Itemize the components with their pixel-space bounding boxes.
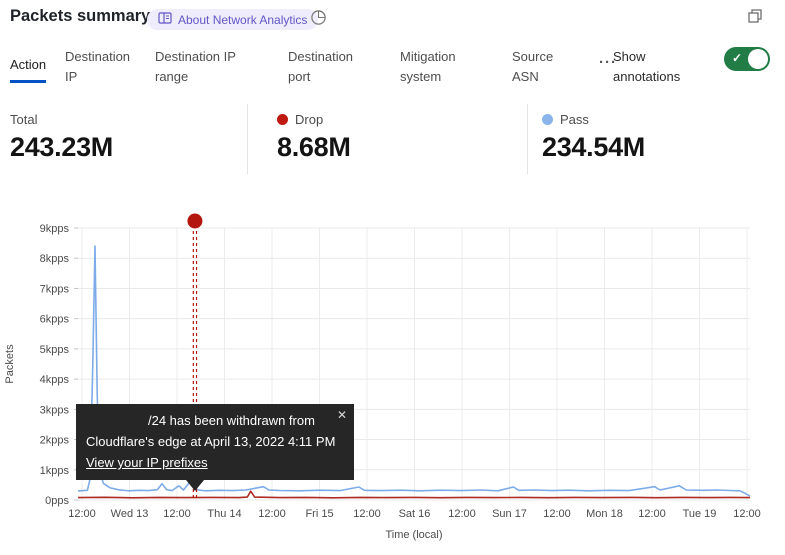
- x-tick-label: Sat 16: [399, 508, 431, 520]
- x-tick-label: 12:00: [448, 508, 476, 520]
- annotation-marker[interactable]: [187, 214, 202, 229]
- y-tick-label: 0pps: [45, 495, 69, 507]
- stat-drop: Drop 8.68M: [277, 112, 351, 163]
- y-tick-label: 4kpps: [40, 374, 70, 386]
- stat-total-value: 243.23M: [10, 132, 113, 163]
- tab-destination-ip-range[interactable]: Destination IP range: [155, 47, 247, 87]
- pass-dot: [542, 114, 553, 125]
- x-tick-label: 12:00: [543, 508, 571, 520]
- x-tick-label: Mon 18: [586, 508, 623, 520]
- y-tick-label: 6kpps: [40, 314, 70, 326]
- window-restore-icon[interactable]: [747, 8, 763, 24]
- breakdown-tabs: Action Destination IP Destination IP ran…: [0, 45, 785, 95]
- badge-label: About Network Analytics: [178, 13, 307, 27]
- y-axis-title: Packets: [4, 344, 16, 384]
- x-tick-label: 12:00: [353, 508, 381, 520]
- annotation-tooltip: ✕ /24 has been withdrawn from Cloudflare…: [76, 404, 354, 480]
- x-tick-label: 12:00: [258, 508, 286, 520]
- y-tick-label: 8kpps: [40, 253, 70, 265]
- about-network-analytics-badge[interactable]: About Network Analytics: [147, 9, 318, 30]
- tooltip-pointer: [186, 480, 204, 491]
- y-tick-label: 2kpps: [40, 435, 70, 447]
- x-tick-label: Thu 14: [207, 508, 241, 520]
- y-tick-label: 1kpps: [40, 465, 70, 477]
- tab-source-asn[interactable]: Source ASN: [512, 47, 562, 87]
- packets-summary-card: Packets summary About Network Analytics …: [0, 0, 785, 555]
- y-tick-label: 7kpps: [40, 283, 70, 295]
- show-annotations-toggle[interactable]: ✓: [724, 47, 770, 71]
- stat-total-label: Total: [10, 112, 37, 127]
- tab-mitigation-system[interactable]: Mitigation system: [400, 47, 470, 87]
- x-tick-label: Fri 15: [305, 508, 333, 520]
- show-annotations-label: Show annotations: [613, 47, 697, 87]
- tab-action[interactable]: Action: [10, 55, 46, 83]
- x-tick-label: Sun 17: [492, 508, 527, 520]
- x-tick-label: 12:00: [733, 508, 761, 520]
- page-title: Packets summary: [10, 7, 150, 26]
- stat-pass-label: Pass: [560, 112, 589, 127]
- tooltip-line1: /24 has been withdrawn from: [86, 410, 328, 431]
- x-tick-label: 12:00: [163, 508, 191, 520]
- close-icon[interactable]: ✕: [337, 408, 347, 422]
- drop-dot: [277, 114, 288, 125]
- stats-divider: [527, 104, 528, 174]
- x-tick-label: 12:00: [638, 508, 666, 520]
- x-tick-label: Tue 19: [683, 508, 717, 520]
- check-icon: ✓: [732, 51, 742, 65]
- stat-drop-value: 8.68M: [277, 132, 351, 163]
- stat-pass-value: 234.54M: [542, 132, 645, 163]
- x-tick-label: 12:00: [68, 508, 96, 520]
- tab-destination-port[interactable]: Destination port: [288, 47, 362, 87]
- book-icon: [158, 12, 172, 27]
- stat-pass: Pass 234.54M: [542, 112, 645, 163]
- tooltip-line2: Cloudflare's edge at April 13, 2022 4:11…: [86, 431, 328, 452]
- x-tick-label: Wed 13: [111, 508, 149, 520]
- packets-time-series-chart[interactable]: 12:00 Wed 13 12:00 Thu 14 12:00 Fri 15 12:00 Sa…: [0, 205, 785, 550]
- tab-destination-ip[interactable]: Destination IP: [65, 47, 139, 87]
- y-tick-label: 5kpps: [40, 344, 70, 356]
- stat-total: Total 243.23M: [10, 112, 113, 163]
- pie-clock-icon[interactable]: [310, 9, 327, 26]
- view-ip-prefixes-link[interactable]: View your IP prefixes: [86, 455, 208, 470]
- y-tick-label: 9kpps: [40, 223, 70, 235]
- stats-row: Total 243.23M Drop 8.68M Pass 234.54M: [0, 104, 785, 179]
- x-axis-title: Time (local): [385, 529, 442, 541]
- y-tick-label: 3kpps: [40, 404, 70, 416]
- toggle-knob: [748, 49, 768, 69]
- stats-divider: [247, 104, 248, 174]
- stat-drop-label: Drop: [295, 112, 323, 127]
